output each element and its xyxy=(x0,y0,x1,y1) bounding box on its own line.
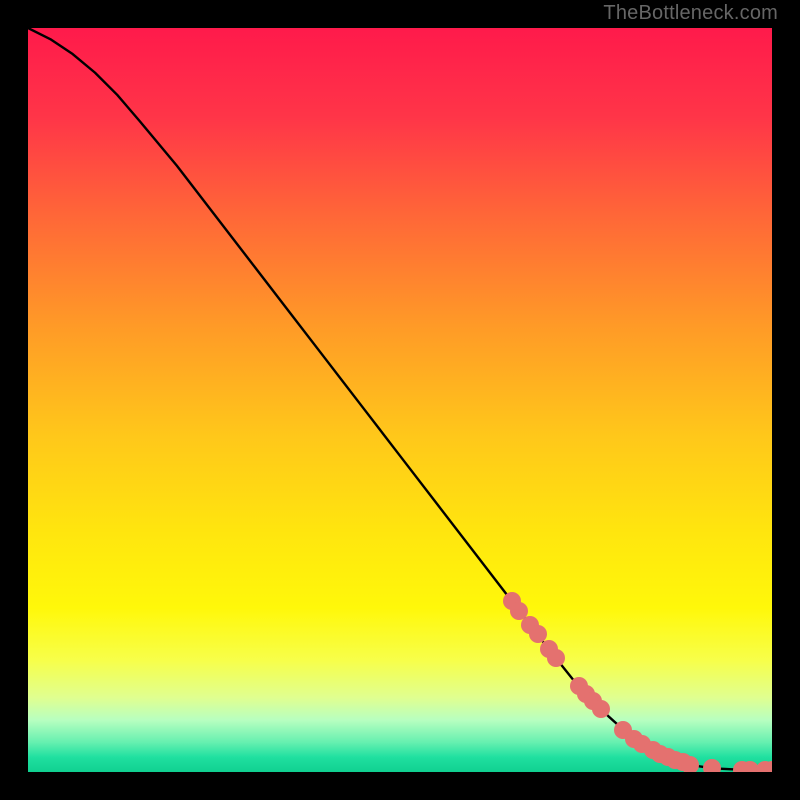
curve-path xyxy=(28,28,772,770)
chart-frame: TheBottleneck.com xyxy=(0,0,800,800)
data-marker xyxy=(584,692,602,710)
data-marker xyxy=(521,616,539,634)
watermark-text: TheBottleneck.com xyxy=(603,2,778,25)
data-marker xyxy=(510,602,528,620)
data-marker xyxy=(651,745,669,763)
data-marker xyxy=(540,640,558,658)
data-marker xyxy=(659,748,677,766)
data-marker xyxy=(644,741,662,759)
data-marker xyxy=(703,759,721,772)
data-marker xyxy=(570,677,588,695)
data-marker xyxy=(503,592,521,610)
data-marker xyxy=(666,751,684,769)
data-marker xyxy=(625,730,643,748)
data-marker xyxy=(756,761,772,772)
data-marker xyxy=(592,700,610,718)
curve-line xyxy=(28,28,772,772)
plot-area xyxy=(28,28,772,772)
data-marker xyxy=(674,753,692,771)
data-marker xyxy=(733,761,751,772)
data-marker xyxy=(763,761,772,772)
data-marker xyxy=(633,735,651,753)
data-marker xyxy=(614,721,632,739)
data-marker xyxy=(577,685,595,703)
data-marker xyxy=(681,756,699,772)
data-marker xyxy=(547,649,565,667)
data-marker xyxy=(741,761,759,772)
data-marker xyxy=(529,625,547,643)
